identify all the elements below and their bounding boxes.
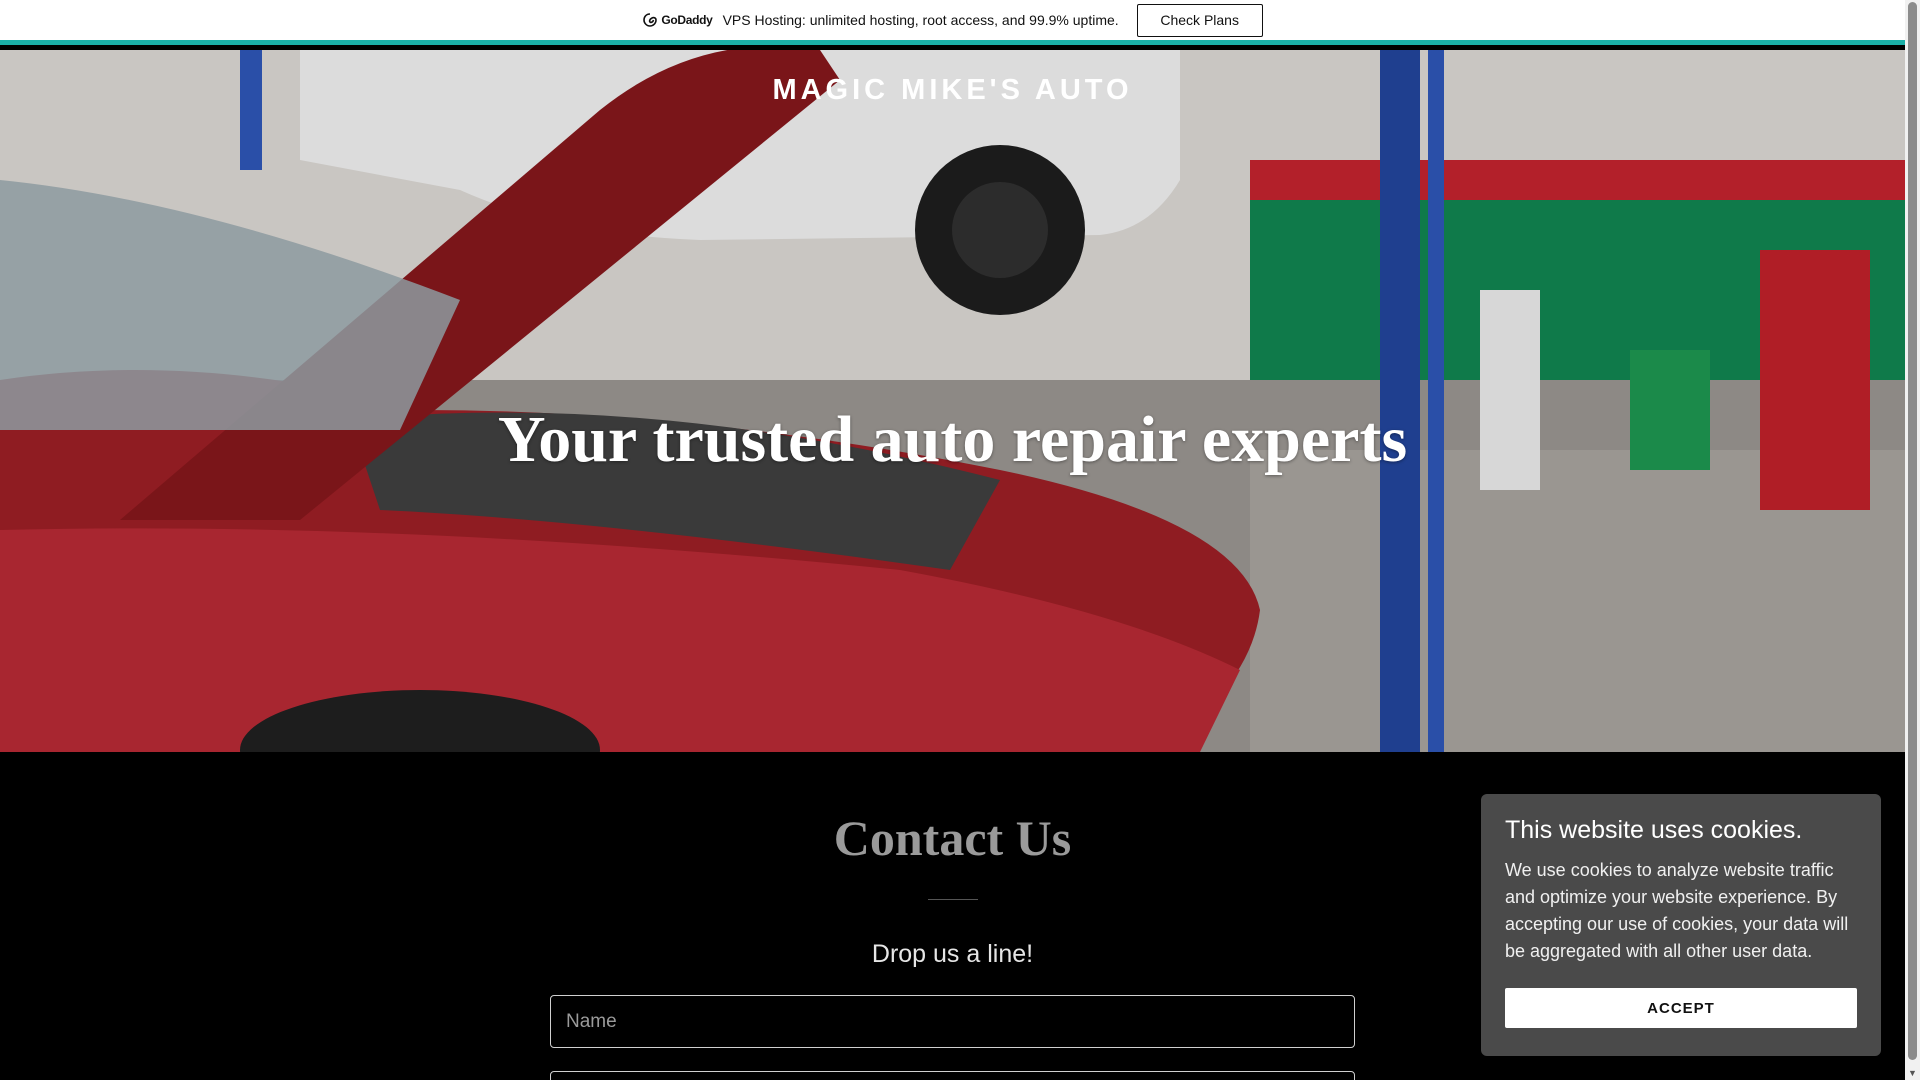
godaddy-logo-icon bbox=[643, 13, 658, 27]
accept-cookies-button[interactable]: ACCEPT bbox=[1505, 988, 1857, 1028]
scrollbar-thumb[interactable] bbox=[1908, 2, 1917, 1060]
page-scrollbar[interactable]: ▼ bbox=[1905, 0, 1920, 1080]
promo-banner: GoDaddy VPS Hosting: unlimited hosting, … bbox=[0, 0, 1905, 45]
hero-section: MAGIC MIKE'S AUTO Your trusted auto repa… bbox=[0, 50, 1905, 752]
godaddy-logo-text: GoDaddy bbox=[661, 13, 713, 27]
check-plans-button[interactable]: Check Plans bbox=[1136, 3, 1263, 37]
name-field[interactable] bbox=[550, 995, 1355, 1048]
site-brand-title[interactable]: MAGIC MIKE'S AUTO bbox=[0, 74, 1905, 107]
hero-headline: Your trusted auto repair experts bbox=[497, 403, 1408, 476]
scroll-down-arrow-icon[interactable]: ▼ bbox=[1907, 1068, 1918, 1078]
email-field[interactable] bbox=[550, 1071, 1355, 1080]
promo-message: VPS Hosting: unlimited hosting, root acc… bbox=[722, 12, 1119, 28]
section-divider bbox=[928, 899, 978, 900]
cookie-title: This website uses cookies. bbox=[1505, 816, 1803, 844]
hero-background-image bbox=[0, 50, 1905, 752]
cookie-consent-dialog: This website uses cookies. We use cookie… bbox=[1481, 794, 1881, 1056]
godaddy-logo[interactable]: GoDaddy bbox=[642, 12, 713, 28]
cookie-message: We use cookies to analyze website traffi… bbox=[1505, 860, 1849, 961]
